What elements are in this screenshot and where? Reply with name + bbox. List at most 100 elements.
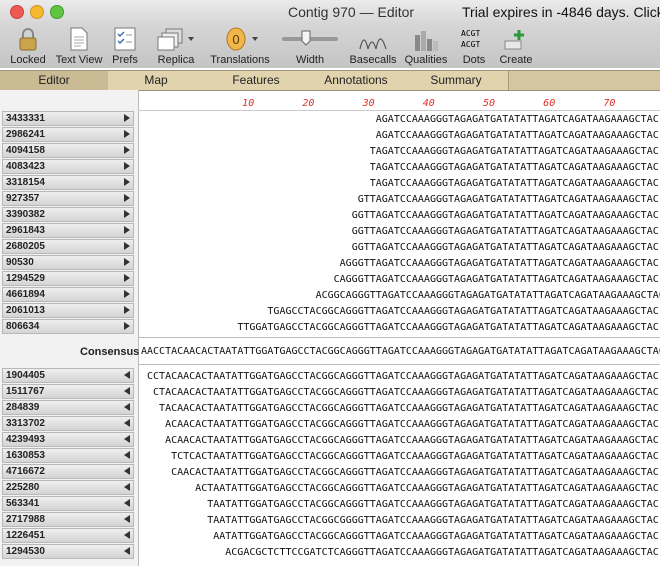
disclosure-left-icon[interactable] — [124, 547, 130, 555]
window-title: Contig 970 — Editor — [288, 4, 415, 20]
tab-map[interactable]: Map — [108, 71, 205, 90]
disclosure-left-icon[interactable] — [124, 435, 130, 443]
tab-editor[interactable]: Editor — [0, 71, 109, 90]
read-name-row[interactable]: 2961843 — [2, 223, 134, 238]
read-name-row[interactable]: 1226451 — [2, 528, 134, 543]
disclosure-right-icon[interactable] — [124, 210, 130, 218]
create-label: Create — [499, 54, 533, 66]
disclosure-left-icon[interactable] — [124, 387, 130, 395]
disclosure-left-icon[interactable] — [124, 467, 130, 475]
position-ruler: 1020304050607080 — [138, 96, 660, 111]
close-window-button[interactable] — [10, 5, 24, 19]
disclosure-right-icon[interactable] — [124, 114, 130, 122]
read-sequence: TAATATTGGATGAGCCTACGGCAGGGTTAGATCCAAAGGG… — [207, 499, 659, 510]
read-name-row[interactable]: 4716672 — [2, 464, 134, 479]
read-name-row[interactable]: 90530 — [2, 255, 134, 270]
read-id: 3390382 — [6, 209, 45, 220]
ruler-tick-label: 20 — [302, 98, 315, 109]
bars-icon — [402, 26, 450, 52]
read-name-row[interactable]: 1294529 — [2, 271, 134, 286]
read-name-row[interactable]: 3318154 — [2, 175, 134, 190]
read-name-row[interactable]: 4083423 — [2, 159, 134, 174]
disclosure-left-icon[interactable] — [124, 531, 130, 539]
disclosure-right-icon[interactable] — [124, 242, 130, 250]
basecalls-label: Basecalls — [349, 54, 397, 66]
disclosure-left-icon[interactable] — [124, 499, 130, 507]
locked-button[interactable]: Locked — [8, 26, 48, 66]
tab-features[interactable]: Features — [204, 71, 309, 90]
title-bar: Contig 970 — Editor Trial expires in -48… — [0, 0, 660, 24]
read-id: 2717988 — [6, 514, 45, 525]
read-id: 1511767 — [6, 386, 45, 397]
read-name-row[interactable]: 3313702 — [2, 416, 134, 431]
disclosure-right-icon[interactable] — [124, 146, 130, 154]
prefs-button[interactable]: Prefs — [108, 26, 142, 66]
read-name-row[interactable]: 2061013 — [2, 303, 134, 318]
disclosure-right-icon[interactable] — [124, 306, 130, 314]
read-sequence: AGATCCAAAGGGTAGAGATGATATATTAGATCAGATAAGA… — [375, 114, 659, 125]
disclosure-left-icon[interactable] — [124, 419, 130, 427]
read-id: 3318154 — [6, 177, 45, 188]
translations-button[interactable]: 0 Translations — [208, 26, 272, 66]
disclosure-right-icon[interactable] — [124, 130, 130, 138]
disclosure-left-icon[interactable] — [124, 483, 130, 491]
read-name-row[interactable]: 563341 — [2, 496, 134, 511]
ruler-tick-label: 10 — [242, 98, 255, 109]
svg-text:ACGT: ACGT — [461, 29, 480, 38]
read-sequence: TACAACACTAATATTGGATGAGCCTACGGCAGGGTTAGAT… — [159, 403, 659, 414]
read-name-row[interactable]: 1630853 — [2, 448, 134, 463]
read-name-row[interactable]: 2680205 — [2, 239, 134, 254]
read-sequence: CAACACTAATATTGGATGAGCCTACGGCAGGGTTAGATCC… — [171, 467, 659, 478]
stack-icon — [150, 26, 202, 52]
disclosure-right-icon[interactable] — [124, 162, 130, 170]
disclosure-right-icon[interactable] — [124, 322, 130, 330]
translations-label: Translations — [210, 54, 270, 66]
read-id: 1630853 — [6, 450, 45, 461]
read-name-row[interactable]: 927357 — [2, 191, 134, 206]
read-id: 4661894 — [6, 289, 45, 300]
read-sequence: CTACAACACTAATATTGGATGAGCCTACGGCAGGGTTAGA… — [153, 387, 659, 398]
disclosure-left-icon[interactable] — [124, 403, 130, 411]
text-view-button[interactable]: Text View — [52, 26, 106, 66]
read-name-row[interactable]: 1294530 — [2, 544, 134, 559]
read-id: 2986241 — [6, 129, 45, 140]
create-button[interactable]: Create — [498, 26, 534, 66]
replica-button[interactable]: Replica — [150, 26, 202, 66]
disclosure-right-icon[interactable] — [124, 194, 130, 202]
dots-button[interactable]: ACGT ACGT Dots — [456, 26, 492, 66]
width-slider[interactable]: Width — [280, 26, 340, 66]
svg-text:ACGT: ACGT — [461, 40, 480, 49]
read-name-row[interactable]: 3390382 — [2, 207, 134, 222]
disclosure-left-icon[interactable] — [124, 371, 130, 379]
read-name-row[interactable]: 3433331 — [2, 111, 134, 126]
read-name-row[interactable]: 2986241 — [2, 127, 134, 142]
alignment-area[interactable]: AGATCCAAAGGGTAGAGATGATATATTAGATCAGATAAGA… — [138, 110, 660, 566]
disclosure-right-icon[interactable] — [124, 290, 130, 298]
basecalls-button[interactable]: Basecalls — [348, 26, 398, 66]
zoom-window-button[interactable] — [50, 5, 64, 19]
disclosure-right-icon[interactable] — [124, 274, 130, 282]
read-name-row[interactable]: 284839 — [2, 400, 134, 415]
read-name-row[interactable]: 1904405 — [2, 368, 134, 383]
trial-notice[interactable]: Trial expires in -4846 days. Click — [462, 4, 660, 20]
read-sequence: TAGATCCAAAGGGTAGAGATGATATATTAGATCAGATAAG… — [369, 162, 659, 173]
disclosure-right-icon[interactable] — [124, 226, 130, 234]
read-name-row[interactable]: 4239493 — [2, 432, 134, 447]
consensus-bottom-divider — [138, 364, 660, 365]
disclosure-left-icon[interactable] — [124, 515, 130, 523]
minimize-window-button[interactable] — [30, 5, 44, 19]
read-id: 806634 — [6, 321, 40, 332]
qualities-button[interactable]: Qualities — [402, 26, 450, 66]
tab-annotations[interactable]: Annotations — [308, 71, 405, 90]
disclosure-left-icon[interactable] — [124, 451, 130, 459]
disclosure-right-icon[interactable] — [124, 178, 130, 186]
tab-summary[interactable]: Summary — [404, 71, 509, 90]
read-name-row[interactable]: 4661894 — [2, 287, 134, 302]
read-name-row[interactable]: 806634 — [2, 319, 134, 334]
read-name-row[interactable]: 225280 — [2, 480, 134, 495]
ruler-tick-label: 60 — [543, 98, 556, 109]
read-name-row[interactable]: 4094158 — [2, 143, 134, 158]
disclosure-right-icon[interactable] — [124, 258, 130, 266]
read-name-row[interactable]: 1511767 — [2, 384, 134, 399]
read-name-row[interactable]: 2717988 — [2, 512, 134, 527]
